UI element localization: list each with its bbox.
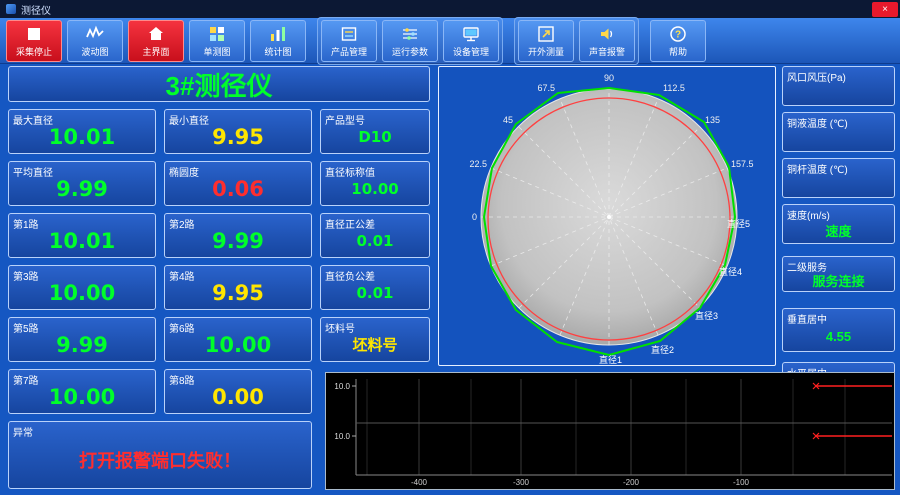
angle-tick: 157.5 <box>731 159 754 169</box>
metric-cell-channel-4: 第4路 9.95 <box>164 265 312 310</box>
titlebar: 测径仪 × <box>0 0 900 18</box>
y-tick: 10.0 <box>334 382 350 391</box>
alarm-message: 打开报警端口失败！ <box>79 451 241 472</box>
metric-cell-billet-number: 坯料号 坯料号 <box>320 317 430 362</box>
metric-cell-avg-diameter: 平均直径 9.99 <box>8 161 156 206</box>
metric-cell-channel-6: 第6路 10.00 <box>164 317 312 362</box>
toolbar-group-measure: 开外测量 声音报警 <box>514 16 639 65</box>
service-status-box: 二级服务 服务连接 <box>782 256 895 292</box>
angle-tick: 22.5 <box>469 159 487 169</box>
toolbar-button-label: 开外测量 <box>527 46 564 57</box>
help-icon: ? <box>668 24 688 44</box>
metric-cell-channel-5: 第5路 9.99 <box>8 317 156 362</box>
single-chart-icon <box>207 24 227 44</box>
angle-tick: 112.5 <box>663 83 685 93</box>
window-title: 测径仪 <box>21 5 51 17</box>
toolbar: 采集停止 波动图 主界面 单测图 统计图 产品管理 运行参数 设备管理 开外测量… <box>0 16 900 65</box>
trend-chart-svg: 10.0 10.0 -400 -300 -200 -100 <box>326 373 894 489</box>
close-icon: × <box>882 3 888 15</box>
toolbar-button-stats-chart[interactable]: 统计图 <box>250 19 306 62</box>
toolbar-button-label: 帮助 <box>668 46 687 57</box>
metric-cell-channel-8: 第8路 0.00 <box>164 369 312 414</box>
right-panel: 风口风压(Pa) 铜液温度 (℃) 铜杆温度 (℃) 速度(m/s) 速度 二级服… <box>782 66 895 406</box>
metric-cell-product-model: 产品型号 D10 <box>320 109 430 154</box>
gauge-title-box: 3#测径仪 <box>8 66 430 102</box>
rod-temp-box: 铜杆温度 (℃) <box>782 158 895 198</box>
stats-icon <box>268 24 288 44</box>
device-icon <box>461 24 481 44</box>
toolbar-button-sound-alarm[interactable]: 声音报警 <box>579 19 635 62</box>
toolbar-button-label: 统计图 <box>264 46 292 57</box>
product-icon <box>339 24 359 44</box>
diameter-label: 直径5 <box>727 218 750 229</box>
polar-diameter-chart: 90 67.5 45 22.5 0 112.5 135 157.5 直径1 直径… <box>438 66 776 366</box>
close-button[interactable]: × <box>872 1 898 17</box>
app-window: 测径仪 × 采集停止 波动图 主界面 单测图 统计图 产品管理 运行参数 设备管… <box>0 0 900 495</box>
diameter-label: 直径2 <box>651 344 674 355</box>
polar-chart-svg: 90 67.5 45 22.5 0 112.5 135 157.5 直径1 直径… <box>469 73 754 365</box>
toolbar-button-label: 单测图 <box>203 46 231 57</box>
angle-tick: 135 <box>705 115 720 125</box>
y-tick: 10.0 <box>334 432 350 441</box>
diameter-label: 直径1 <box>599 354 622 365</box>
trend-chart: 10.0 10.0 -400 -300 -200 -100 <box>325 372 895 490</box>
liquid-temp-box: 铜液温度 (℃) <box>782 112 895 152</box>
metric-cell-channel-2: 第2路 9.99 <box>164 213 312 258</box>
toolbar-button-label: 产品管理 <box>330 46 367 57</box>
toolbar-button-single-chart[interactable]: 单测图 <box>189 19 245 62</box>
metric-cell-channel-1: 第1路 10.01 <box>8 213 156 258</box>
angle-tick: 45 <box>503 115 513 125</box>
speed-box: 速度(m/s) 速度 <box>782 204 895 244</box>
metric-cell-upper-tolerance: 直径正公差 0.01 <box>320 213 430 258</box>
toolbar-button-label: 波动图 <box>81 46 109 57</box>
toolbar-button-help[interactable]: ? 帮助 <box>650 19 706 62</box>
alarm-status-box: 异常 打开报警端口失败！ <box>8 421 312 489</box>
external-icon <box>536 24 556 44</box>
metric-cell-min-diameter: 最小直径 9.95 <box>164 109 312 154</box>
gauge-title: 3#测径仪 <box>165 70 273 101</box>
params-icon <box>400 24 420 44</box>
x-tick: -100 <box>733 478 750 487</box>
metric-cell-nominal-diameter: 直径标称值 10.00 <box>320 161 430 206</box>
vertical-centering-box: 垂直居中 4.55 <box>782 308 895 352</box>
stop-icon <box>24 24 44 44</box>
toolbar-button-run-params[interactable]: 运行参数 <box>382 19 438 62</box>
app-icon <box>6 4 16 14</box>
angle-tick: 90 <box>604 73 614 83</box>
toolbar-button-external-measure[interactable]: 开外测量 <box>518 19 574 62</box>
toolbar-button-product-management[interactable]: 产品管理 <box>321 19 377 62</box>
toolbar-button-wave-chart[interactable]: 波动图 <box>67 19 123 62</box>
wave-icon <box>85 24 105 44</box>
toolbar-button-label: 声音报警 <box>588 46 625 57</box>
diameter-label: 直径4 <box>719 266 742 277</box>
x-tick: -200 <box>623 478 640 487</box>
toolbar-group-management: 产品管理 运行参数 设备管理 <box>317 16 503 65</box>
metric-cell-ovality: 椭圆度 0.06 <box>164 161 312 206</box>
metric-cell-lower-tolerance: 直径负公差 0.01 <box>320 265 430 310</box>
angle-tick: 67.5 <box>537 83 555 93</box>
toolbar-button-stop-capture[interactable]: 采集停止 <box>6 19 62 62</box>
metric-cell-channel-3: 第3路 10.00 <box>8 265 156 310</box>
toolbar-button-device-management[interactable]: 设备管理 <box>443 19 499 62</box>
toolbar-button-label: 设备管理 <box>452 46 489 57</box>
angle-tick: 0 <box>472 212 477 222</box>
diameter-label: 直径3 <box>695 310 718 321</box>
metric-cell-channel-7: 第7路 10.00 <box>8 369 156 414</box>
toolbar-button-main-view[interactable]: 主界面 <box>128 19 184 62</box>
home-icon <box>146 24 166 44</box>
tuyere-pressure-box: 风口风压(Pa) <box>782 66 895 106</box>
svg-text:?: ? <box>675 29 681 40</box>
polar-center-dot <box>607 215 611 219</box>
toolbar-button-label: 采集停止 <box>15 46 52 57</box>
toolbar-button-label: 主界面 <box>142 46 170 57</box>
x-tick: -300 <box>513 478 530 487</box>
service-status: 服务连接 <box>812 273 865 289</box>
x-tick: -400 <box>411 478 428 487</box>
metric-cell-max-diameter: 最大直径 10.01 <box>8 109 156 154</box>
sound-icon <box>597 24 617 44</box>
toolbar-button-label: 运行参数 <box>391 46 428 57</box>
